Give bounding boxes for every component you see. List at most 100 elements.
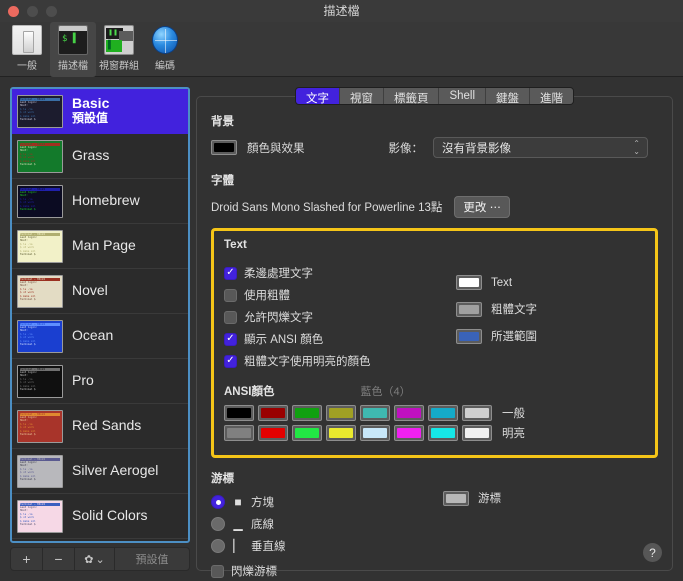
profile-name: Silver Aerogel — [72, 462, 159, 479]
blink-cursor-label: 閃爍游標 — [231, 566, 277, 578]
profile-actions-menu-button[interactable]: ✿ ⌄ — [75, 548, 115, 570]
checkbox[interactable] — [224, 310, 237, 324]
cursor-option-row[interactable]: ■ 方塊 — [211, 494, 443, 510]
traffic-lights — [8, 6, 57, 17]
text-option-row[interactable]: 使用粗體 — [224, 287, 456, 303]
toolbar-item-encoding[interactable]: 編碼 — [142, 22, 188, 72]
profile-name-block: Novel — [72, 282, 108, 299]
toolbar-label-profiles: 描述檔 — [58, 61, 88, 72]
toolbar-item-general[interactable]: 一般 — [4, 22, 50, 72]
checkbox-label: 柔邊處理文字 — [244, 268, 313, 280]
profile-list[interactable]: Terminal — 80x24 Last login: Host: $ ls -la… — [10, 87, 190, 543]
ansi-color-swatch[interactable] — [360, 405, 390, 421]
radio-button[interactable] — [211, 517, 225, 531]
ansi-color-swatch[interactable] — [462, 405, 492, 421]
ansi-color-swatch[interactable] — [428, 405, 458, 421]
ansi-color-swatch[interactable] — [292, 405, 322, 421]
cursor-option-row[interactable]: ▏ 垂直線 — [211, 538, 443, 554]
radio-button[interactable] — [211, 495, 225, 509]
remove-profile-button[interactable]: − — [43, 548, 75, 570]
toolbar-item-window-groups[interactable]: 視窗群組 — [96, 22, 142, 72]
help-button[interactable]: ? — [643, 543, 662, 562]
ansi-color-swatch[interactable] — [224, 405, 254, 421]
chevron-down-icon: ⌄ — [95, 553, 105, 566]
tab-文字[interactable]: 文字 — [295, 88, 340, 104]
profiles-icon — [58, 25, 88, 55]
profile-thumbnail: Terminal — 80x24 Last login: Host: $ ls -la… — [17, 319, 63, 353]
blink-cursor-checkbox[interactable] — [211, 564, 224, 578]
set-default-button[interactable]: 預設值 — [115, 551, 189, 567]
ansi-color-swatch[interactable] — [258, 405, 288, 421]
profile-item-basic[interactable]: Terminal — 80x24 Last login: Host: $ ls -la… — [12, 89, 188, 134]
cursor-option-label: 垂直線 — [251, 541, 286, 553]
checkbox[interactable] — [224, 288, 237, 302]
background-image-value: 沒有背景影像 — [442, 142, 511, 155]
font-heading: 字體 — [211, 175, 234, 187]
text-option-row[interactable]: 顯示 ANSI 顏色 — [224, 331, 456, 347]
text-option-row[interactable]: 粗體文字使用明亮的顏色 — [224, 353, 456, 369]
profile-thumbnail: Terminal — 80x24 Last login: Host: $ ls -la… — [17, 274, 63, 308]
color-swatch[interactable] — [456, 328, 482, 344]
radio-button[interactable] — [211, 539, 225, 553]
ansi-color-swatch[interactable] — [462, 425, 492, 441]
title-bar: 描述檔 — [0, 0, 683, 22]
close-window-button[interactable] — [8, 6, 19, 17]
ansi-color-swatch[interactable] — [224, 425, 254, 441]
color-swatch[interactable] — [456, 275, 482, 290]
profile-thumbnail: Terminal — 80x24 Last login: Host: $ ls -la… — [17, 454, 63, 488]
profile-item-silver-aerogel[interactable]: Terminal — 80x24 Last login: Host: $ ls -la… — [12, 449, 188, 494]
color-swatch[interactable] — [456, 301, 482, 317]
checkbox[interactable] — [224, 354, 237, 368]
toolbar-item-profiles[interactable]: 描述檔 — [50, 22, 96, 77]
profile-thumbnail: Terminal — 80x24 Last login: Host: $ ls -la… — [17, 364, 63, 398]
ansi-color-swatch[interactable] — [292, 425, 322, 441]
profile-item-grass[interactable]: Terminal — 80x24 Last login: Host: $ ls -la… — [12, 134, 188, 179]
background-image-select[interactable]: 沒有背景影像 ⌃ ⌄ — [433, 137, 648, 158]
tab-鍵盤[interactable]: 鍵盤 — [486, 88, 531, 104]
profile-item-pro[interactable]: Terminal — 80x24 Last login: Host: $ ls -la… — [12, 359, 188, 404]
ansi-color-swatch[interactable] — [258, 425, 288, 441]
background-color-swatch[interactable] — [211, 140, 237, 155]
profile-thumbnail: Terminal — 80x24 Last login: Host: $ ls -la… — [17, 409, 63, 443]
profile-name: Pro — [72, 372, 94, 389]
window-groups-icon — [104, 25, 134, 55]
profile-thumbnail: Terminal — 80x24 Last login: Host: $ ls -la… — [17, 229, 63, 263]
profile-name: Ocean — [72, 327, 114, 344]
text-option-row[interactable]: 允許閃爍文字 — [224, 309, 456, 325]
blink-cursor-row[interactable]: 閃爍游標 — [211, 563, 443, 579]
tab-標籤頁[interactable]: 標籤頁 — [383, 88, 440, 104]
text-settings-panel: 背景 顏色與效果 影像： 沒有背景影像 ⌃ ⌄ 字體 Droid Sans Mon… — [196, 96, 673, 578]
change-font-button[interactable]: 更改 ⋯ — [454, 196, 511, 218]
minimize-window-button[interactable] — [27, 6, 38, 17]
tab-Shell[interactable]: Shell — [439, 88, 487, 104]
ansi-color-swatch[interactable] — [326, 405, 356, 421]
tab-視窗[interactable]: 視窗 — [339, 88, 384, 104]
profile-item-ocean[interactable]: Terminal — 80x24 Last login: Host: $ ls -la… — [12, 314, 188, 359]
cursor-color-swatch[interactable] — [443, 490, 469, 506]
general-icon — [12, 25, 42, 55]
sidebar: Terminal — 80x24 Last login: Host: $ ls -la… — [10, 87, 190, 571]
cursor-option-row[interactable]: ▁ 底線 — [211, 516, 443, 532]
add-profile-button[interactable]: + — [11, 548, 43, 570]
profile-name: Solid Colors — [72, 507, 148, 524]
ansi-color-swatch[interactable] — [360, 425, 390, 441]
profile-item-homebrew[interactable]: Terminal — 80x24 Last login: Host: $ ls -la… — [12, 179, 188, 224]
checkbox[interactable] — [224, 266, 237, 280]
ansi-color-swatch[interactable] — [428, 425, 458, 441]
ansi-color-swatch[interactable] — [394, 405, 424, 421]
tab-進階[interactable]: 進階 — [530, 88, 574, 104]
checkbox-label: 允許閃爍文字 — [244, 312, 313, 324]
profile-item-novel[interactable]: Terminal — 80x24 Last login: Host: $ ls -la… — [12, 269, 188, 314]
ansi-row-label: 一般 — [502, 408, 525, 420]
text-option-row[interactable]: 柔邊處理文字 — [224, 265, 456, 281]
text-checkbox-list: 柔邊處理文字使用粗體允許閃爍文字顯示 ANSI 顏色粗體文字使用明亮的顏色 — [224, 259, 456, 369]
ansi-color-swatch[interactable] — [394, 425, 424, 441]
profile-name-block: Grass — [72, 147, 109, 164]
profile-item-man-page[interactable]: Terminal — 80x24 Last login: Host: $ ls -la… — [12, 224, 188, 269]
tab-group[interactable]: 文字 視窗 標籤頁 Shell 鍵盤 進階 — [294, 87, 575, 105]
maximize-window-button[interactable] — [46, 6, 57, 17]
profile-item-solid-colors[interactable]: Terminal — 80x24 Last login: Host: $ ls -la… — [12, 494, 188, 539]
profile-item-red-sands[interactable]: Terminal — 80x24 Last login: Host: $ ls -la… — [12, 404, 188, 449]
ansi-color-swatch[interactable] — [326, 425, 356, 441]
checkbox[interactable] — [224, 332, 237, 346]
